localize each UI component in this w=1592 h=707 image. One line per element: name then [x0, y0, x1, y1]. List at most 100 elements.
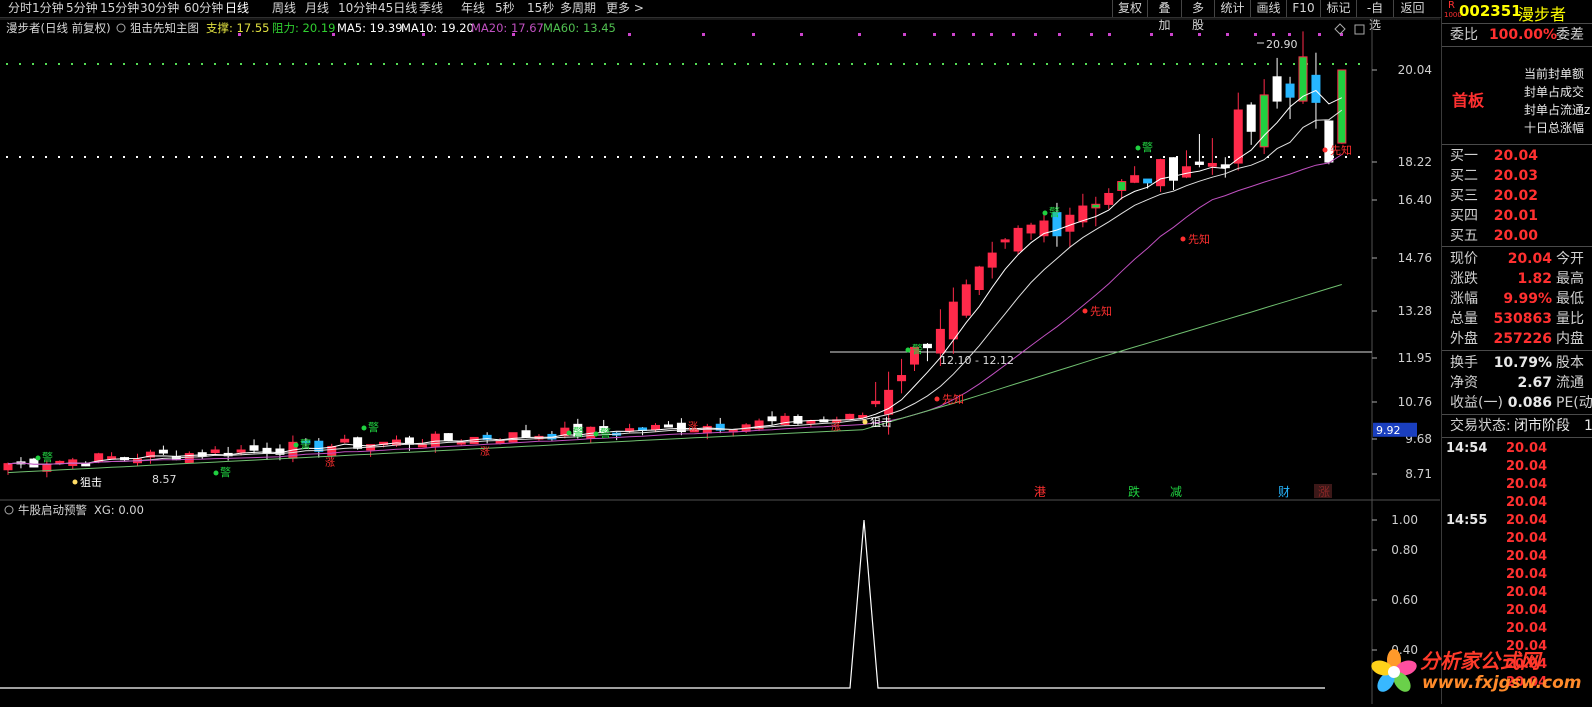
tick-row[interactable]: 20.04 [1442, 620, 1592, 638]
finance-value: 10.79% [1493, 355, 1552, 371]
period-tab-3[interactable]: 15分钟 [100, 1, 139, 16]
resistance-dotted-line-dot [773, 63, 775, 65]
toolbar-button-6[interactable]: 标记 [1320, 0, 1356, 17]
support-dotted-line-dot [201, 156, 203, 158]
window-icon[interactable] [1354, 24, 1365, 35]
period-tab-1[interactable]: 1分钟 [32, 1, 64, 16]
toolbar-button-4[interactable]: 画线 [1250, 0, 1286, 17]
support-dotted-line-dot [175, 156, 177, 158]
period-tab-0[interactable]: 分时 [8, 1, 32, 16]
period-tab-15[interactable]: 多周期 [560, 1, 596, 16]
foreknow-dot [1180, 236, 1186, 242]
chart-stock-title: 漫步者(日线 前复权) [6, 21, 111, 35]
resistance-dotted-line-dot [721, 63, 723, 65]
toolbar-button-8[interactable]: 返回 [1393, 0, 1431, 17]
resistance-dotted-line-dot [1124, 63, 1126, 65]
support-dotted-line-dot [929, 156, 931, 158]
period-tab-14[interactable]: 15秒 [527, 1, 554, 16]
period-tab-6[interactable]: 日线 [225, 1, 249, 16]
support-dotted-line-dot [383, 156, 385, 158]
toolbar-button-2[interactable]: 多股 [1181, 0, 1214, 32]
period-tab-16[interactable]: 更多 > [606, 1, 644, 16]
price-axis-label: 20.04 [1398, 63, 1432, 77]
tick-price: 20.04 [1506, 567, 1548, 582]
resistance-dotted-line-dot [669, 63, 671, 65]
tick-price: 20.04 [1506, 513, 1548, 528]
resistance-dotted-line-dot [1345, 63, 1347, 65]
toolbar-button-3[interactable]: 统计 [1214, 0, 1250, 17]
bid-row[interactable]: 买五 20.00 [1442, 226, 1592, 246]
tick-row[interactable]: 20.04 [1442, 602, 1592, 620]
tick-row[interactable]: 20.04 [1442, 494, 1592, 512]
warn-label: 警 [42, 450, 53, 464]
candle-body [987, 252, 997, 268]
bid-row[interactable]: 买一 20.04 [1442, 146, 1592, 166]
toolbar-button-7[interactable]: -自选 [1356, 0, 1393, 32]
ma60-label: MA60: 13.45 [543, 21, 616, 35]
divider [1442, 414, 1592, 415]
period-tab-13[interactable]: 5秒 [495, 1, 515, 16]
bid-row[interactable]: 买四 20.01 [1442, 206, 1592, 226]
trade-status-label: 交易状态: [1450, 418, 1511, 434]
period-tab-9[interactable]: 10分钟 [338, 1, 377, 16]
tick-row[interactable]: 14:54 20.04 [1442, 440, 1592, 458]
kline-chart-area[interactable]: 漫步者(日线 前复权) 狙击先知主图 支撑: 17.55 阻力: 20.19 MA5: … [0, 18, 1440, 704]
support-dotted-line-dot [448, 156, 450, 158]
subchart-toggle-icon[interactable] [4, 505, 14, 515]
candle-body [3, 463, 13, 471]
resistance-dotted-line-dot [32, 63, 34, 65]
period-tab-5[interactable]: 60分钟 [184, 1, 223, 16]
resistance-dotted-line-dot [58, 63, 60, 65]
support-dotted-line-dot [110, 156, 112, 158]
support-dotted-line-dot [227, 156, 229, 158]
quote-label2: 最高 [1556, 271, 1584, 287]
warn-label: 警 [220, 465, 231, 479]
toolbar-button-5[interactable]: F10 [1286, 0, 1320, 17]
resistance-dotted-line-dot [1072, 63, 1074, 65]
period-tab-10[interactable]: 45日线 [378, 1, 417, 16]
resistance-dotted-line-dot [1176, 63, 1178, 65]
support-dotted-line-dot [591, 156, 593, 158]
support-dotted-line-dot [1046, 156, 1048, 158]
tick-price: 20.04 [1506, 549, 1548, 564]
finance-label: 收益(一) [1450, 395, 1503, 411]
toolbar-button-1[interactable]: 叠加 [1147, 0, 1181, 32]
toolbar-button-0[interactable]: 复权 [1112, 0, 1147, 17]
support-dotted-line-dot [1358, 156, 1360, 158]
period-tab-2[interactable]: 5分钟 [66, 1, 98, 16]
watermark-url: www.fxjgsw.com [1422, 673, 1582, 693]
support-dotted-line-dot [240, 156, 242, 158]
warn-dot [35, 455, 41, 461]
candle-body [1026, 224, 1036, 234]
resistance-dotted-line-dot [747, 63, 749, 65]
bid-row[interactable]: 买二 20.03 [1442, 166, 1592, 186]
resistance-dotted-line-dot [396, 63, 398, 65]
wb-row: 委比 100.00% 委差 [1442, 25, 1592, 45]
tick-row[interactable]: 20.04 [1442, 566, 1592, 584]
rise-label: 涨 [688, 421, 698, 433]
resistance-dotted-line-dot [513, 63, 515, 65]
support-dotted-line-dot [1254, 156, 1256, 158]
period-tab-12[interactable]: 年线 [461, 1, 485, 16]
formula-toggle-icon[interactable] [116, 23, 126, 33]
resistance-dotted-line-dot [123, 63, 125, 65]
resistance-dotted-line-dot [864, 63, 866, 65]
bid-row[interactable]: 买三 20.02 [1442, 186, 1592, 206]
tick-row[interactable]: 14:55 20.04 [1442, 512, 1592, 530]
tick-row[interactable]: 20.04 [1442, 548, 1592, 566]
period-tab-8[interactable]: 月线 [305, 1, 329, 16]
support-dotted-line-dot [1020, 156, 1022, 158]
tick-row[interactable]: 20.04 [1442, 584, 1592, 602]
quote-value: 257226 [1493, 331, 1552, 347]
resistance-dotted-line-dot [1332, 63, 1334, 65]
tick-row[interactable]: 20.04 [1442, 476, 1592, 494]
support-dotted-line-dot [695, 156, 697, 158]
diamond-icon[interactable] [1334, 23, 1346, 35]
period-tab-11[interactable]: 季线 [419, 1, 443, 16]
event-label: 跌 [1128, 484, 1140, 499]
kline-chart-svg[interactable]: 漫步者(日线 前复权) 狙击先知主图 支撑: 17.55 阻力: 20.19 MA5: … [0, 18, 1440, 704]
period-tab-4[interactable]: 30分钟 [140, 1, 179, 16]
tick-row[interactable]: 20.04 [1442, 530, 1592, 548]
tick-row[interactable]: 20.04 [1442, 458, 1592, 476]
period-tab-7[interactable]: 周线 [272, 1, 296, 16]
